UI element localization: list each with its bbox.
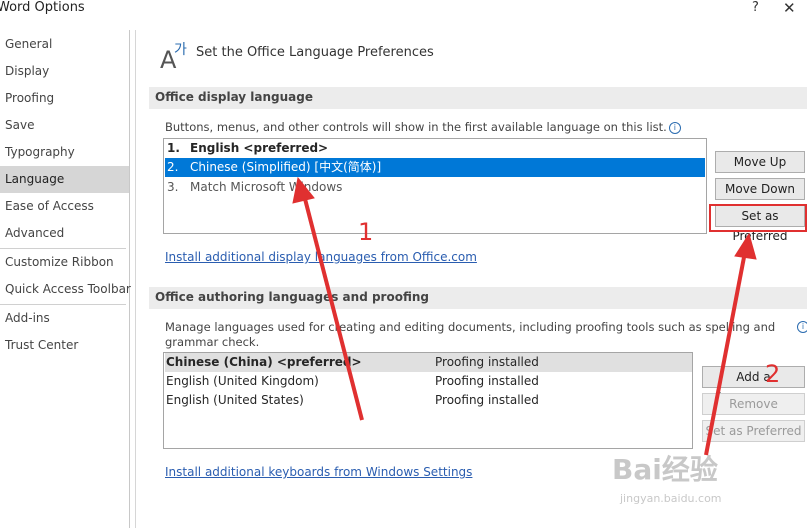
sidebar: General Display Proofing Save Typography… — [0, 30, 131, 528]
table-cell-language: Chinese (China) <preferred> — [166, 355, 362, 369]
svg-text:가: 가 — [174, 42, 187, 58]
language-icon: A 가 — [160, 42, 187, 72]
sidebar-item-display[interactable]: Display — [0, 58, 129, 85]
add-language-button[interactable]: Add a Language... — [702, 366, 805, 404]
install-display-languages-link[interactable]: Install additional display languages fro… — [165, 250, 477, 264]
table-row[interactable]: English (United Kingdom) Proofing instal… — [165, 372, 692, 391]
sidebar-item-advanced[interactable]: Advanced — [0, 220, 129, 247]
list-item-number: 3. — [167, 180, 179, 194]
display-language-section-header: Office display language — [149, 87, 807, 109]
install-keyboards-link[interactable]: Install additional keyboards from Window… — [165, 465, 472, 479]
table-cell-status: Proofing installed — [435, 393, 539, 407]
list-item[interactable]: 1. English <preferred> — [165, 139, 705, 158]
table-cell-language: English (United Kingdom) — [166, 374, 319, 388]
list-item-label: Match Microsoft Windows — [190, 180, 343, 194]
content-border — [135, 30, 136, 528]
sidebar-item-language[interactable]: Language — [0, 166, 129, 193]
list-item-number: 1. — [167, 141, 180, 155]
section-title: Office display language — [155, 90, 314, 104]
close-button[interactable]: ✕ — [783, 0, 796, 17]
remove-button[interactable]: Remove — [702, 393, 805, 415]
table-row[interactable]: English (United States) Proofing install… — [165, 391, 692, 410]
description-text: Buttons, menus, and other controls will … — [165, 120, 667, 134]
sidebar-item-customize-ribbon[interactable]: Customize Ribbon — [0, 249, 129, 276]
section-title: Office authoring languages and proofing — [155, 290, 429, 304]
display-language-description: Buttons, menus, and other controls will … — [165, 120, 681, 134]
display-language-list[interactable]: 1. English <preferred> 2. Chinese (Simpl… — [163, 138, 707, 234]
annotation-highlight-box — [709, 204, 807, 232]
info-icon[interactable]: i — [797, 321, 807, 333]
sidebar-item-proofing[interactable]: Proofing — [0, 85, 129, 112]
move-up-button[interactable]: Move Up — [715, 151, 805, 173]
help-button[interactable]: ? — [752, 0, 759, 15]
list-item[interactable]: 3. Match Microsoft Windows — [165, 178, 705, 197]
sidebar-item-add-ins[interactable]: Add-ins — [0, 305, 129, 332]
authoring-section-header: Office authoring languages and proofing — [149, 287, 807, 309]
sidebar-item-save[interactable]: Save — [0, 112, 129, 139]
table-row-selected[interactable]: Chinese (China) <preferred> Proofing ins… — [165, 353, 692, 372]
sidebar-item-quick-access-toolbar[interactable]: Quick Access Toolbar — [0, 276, 131, 303]
sidebar-item-typography[interactable]: Typography — [0, 139, 129, 166]
list-item-number: 2. — [167, 160, 179, 174]
page-title: Set the Office Language Preferences — [196, 45, 434, 60]
authoring-language-table[interactable]: Chinese (China) <preferred> Proofing ins… — [163, 352, 693, 449]
list-item-label: Chinese (Simplified) [中文(简体)] — [190, 160, 382, 174]
sidebar-item-ease-of-access[interactable]: Ease of Access — [0, 193, 129, 220]
watermark: Bai经验 — [612, 453, 718, 486]
watermark-subtext: jingyan.baidu.com — [620, 492, 722, 505]
move-down-button[interactable]: Move Down — [715, 178, 805, 200]
sidebar-item-general[interactable]: General — [0, 31, 129, 58]
title-bar: Word Options ? ✕ — [0, 0, 807, 22]
authoring-description: Manage languages used for creating and e… — [165, 320, 776, 349]
table-cell-status: Proofing installed — [435, 355, 539, 369]
window-title: Word Options — [0, 0, 85, 15]
list-item-label: English <preferred> — [190, 141, 329, 155]
set-preferred-authoring-button[interactable]: Set as Preferred — [702, 420, 805, 442]
sidebar-item-trust-center[interactable]: Trust Center — [0, 332, 129, 359]
info-icon[interactable]: i — [668, 121, 681, 134]
list-item-selected[interactable]: 2. Chinese (Simplified) [中文(简体)] — [165, 158, 705, 177]
table-cell-status: Proofing installed — [435, 374, 539, 388]
table-cell-language: English (United States) — [166, 393, 304, 407]
